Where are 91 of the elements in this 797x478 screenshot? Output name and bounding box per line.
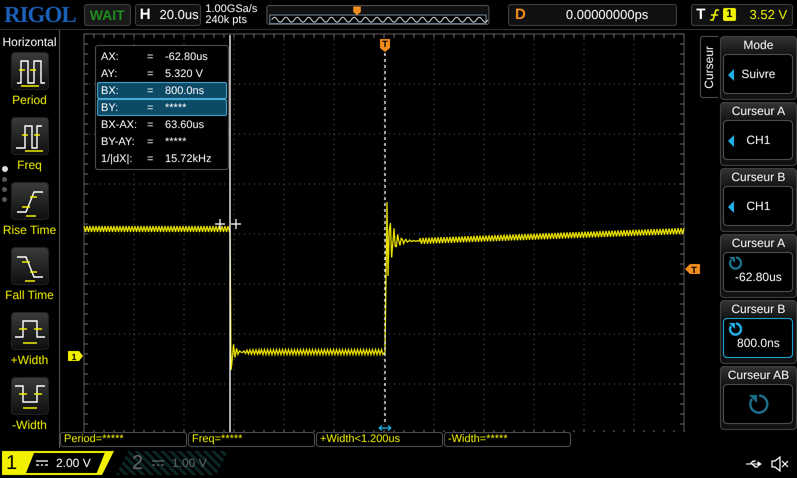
page-dot[interactable]: [2, 166, 8, 172]
measurement-result: Period=*****: [60, 432, 187, 447]
softkey-title: Curseur A: [732, 103, 786, 120]
double-arrow-icon: [378, 424, 392, 432]
softkey-title: Curseur B: [731, 301, 786, 318]
readout-value: 63.60us: [165, 118, 206, 130]
page-dot[interactable]: [2, 177, 7, 182]
page-dot[interactable]: [2, 197, 7, 202]
equals-sign: =: [147, 152, 154, 164]
left-triangle-icon: [728, 69, 734, 81]
cursor-line[interactable]: [229, 35, 231, 432]
delay-label: D: [515, 6, 526, 23]
softkey-button[interactable]: [723, 384, 794, 424]
readout-name: 1/|dX|:: [101, 152, 134, 164]
equals-sign: =: [147, 84, 154, 96]
menu-tab-label: Curseur: [702, 46, 716, 88]
measurement-result: Freq=*****: [188, 432, 315, 447]
trigger-source-label: 1: [723, 8, 736, 21]
run-status: WAIT: [84, 4, 131, 26]
measure-label: Rise Time: [2, 223, 56, 237]
memory-depth: 240k pts: [205, 14, 248, 26]
menu-title: Horizontal: [2, 35, 57, 49]
readout-name: BY-AY:: [101, 136, 136, 148]
softkey-title: Mode: [743, 37, 774, 54]
dc-coupling-icon: [36, 459, 48, 467]
softkey-button[interactable]: -62.80us: [723, 252, 794, 292]
readout-value: 5.320 V: [165, 68, 204, 80]
measure-button[interactable]: [10, 312, 48, 350]
softkey-button[interactable]: Suivre: [723, 54, 794, 94]
channel-scale: 1.00 V: [172, 456, 207, 470]
softkey-button[interactable]: CH1: [723, 186, 794, 226]
cursor-line[interactable]: [384, 53, 386, 424]
measure-button[interactable]: [10, 52, 48, 90]
measure-label: Fall Time: [5, 288, 54, 302]
equals-sign: =: [147, 136, 154, 148]
crosshair-icon: [230, 218, 242, 230]
readout-value: 15.72kHz: [165, 152, 212, 164]
measure-button[interactable]: [10, 247, 48, 285]
measure-label: Period: [12, 93, 47, 107]
trigger-level-marker[interactable]: T: [685, 264, 700, 275]
left-triangle-icon: [728, 201, 734, 213]
rotate-knob-icon: [728, 322, 742, 336]
trigger-position-marker[interactable]: T: [380, 39, 390, 52]
trigger-label: T: [696, 6, 706, 23]
readout-value: -62.80us: [165, 50, 209, 62]
readout-name: BX:: [101, 84, 120, 96]
timebase-label: H: [140, 6, 151, 23]
sample-rate: 1.00GSa/s: [205, 4, 258, 14]
softkey-title: Curseur A: [732, 235, 786, 252]
channel-indicator[interactable]: 1 2.00 V: [2, 451, 114, 475]
timebase-value: 20.0us: [160, 7, 199, 22]
measure-label: +Width: [10, 353, 48, 367]
readout-name: AX:: [101, 50, 120, 62]
measure-label: -Width: [12, 418, 47, 432]
measure-button[interactable]: [10, 117, 48, 155]
page-dot[interactable]: [2, 187, 7, 192]
channel-number: 2: [131, 452, 144, 474]
measure-button[interactable]: [10, 182, 48, 220]
measurement-result: -Width=*****: [444, 432, 571, 447]
rising-edge-icon: [709, 8, 720, 22]
channel-number: 1: [5, 452, 18, 474]
channel-marker[interactable]: 1: [68, 351, 83, 362]
menu-tab[interactable]: Curseur: [700, 36, 718, 98]
equals-sign: =: [147, 102, 154, 114]
speaker-muted-icon: [771, 456, 789, 472]
crosshair-icon: [214, 218, 226, 230]
rotate-knob-icon: [728, 256, 742, 270]
equals-sign: =: [147, 68, 154, 80]
measure-button[interactable]: [10, 377, 48, 415]
measurement-result: +Width<1.200us: [316, 432, 443, 447]
measure-label: Freq: [17, 158, 42, 172]
readout-name: AY:: [101, 68, 118, 80]
channel-scale: 2.00 V: [56, 456, 91, 470]
softkey-title: Curseur AB: [728, 367, 790, 384]
dc-coupling-icon: [152, 459, 164, 467]
readout-name: BY:: [101, 102, 120, 114]
usb-icon: [745, 459, 763, 469]
trigger-level: 3.52 V: [750, 7, 788, 22]
readout-value: 800.0ns: [165, 84, 206, 96]
equals-sign: =: [147, 50, 154, 62]
readout-name: BX-AX:: [101, 118, 138, 130]
rotate-knob-icon: [747, 393, 770, 415]
readout-value: *****: [165, 136, 188, 148]
softkey-button[interactable]: 800.0ns: [723, 318, 794, 358]
softkey-title: Curseur B: [731, 169, 786, 186]
left-triangle-icon: [728, 135, 734, 147]
brand-logo: RIGOL: [4, 2, 76, 28]
equals-sign: =: [147, 118, 154, 130]
delay-value: 0.00000000ps: [566, 7, 648, 22]
softkey-button[interactable]: CH1: [723, 120, 794, 160]
readout-value: *****: [165, 102, 188, 114]
